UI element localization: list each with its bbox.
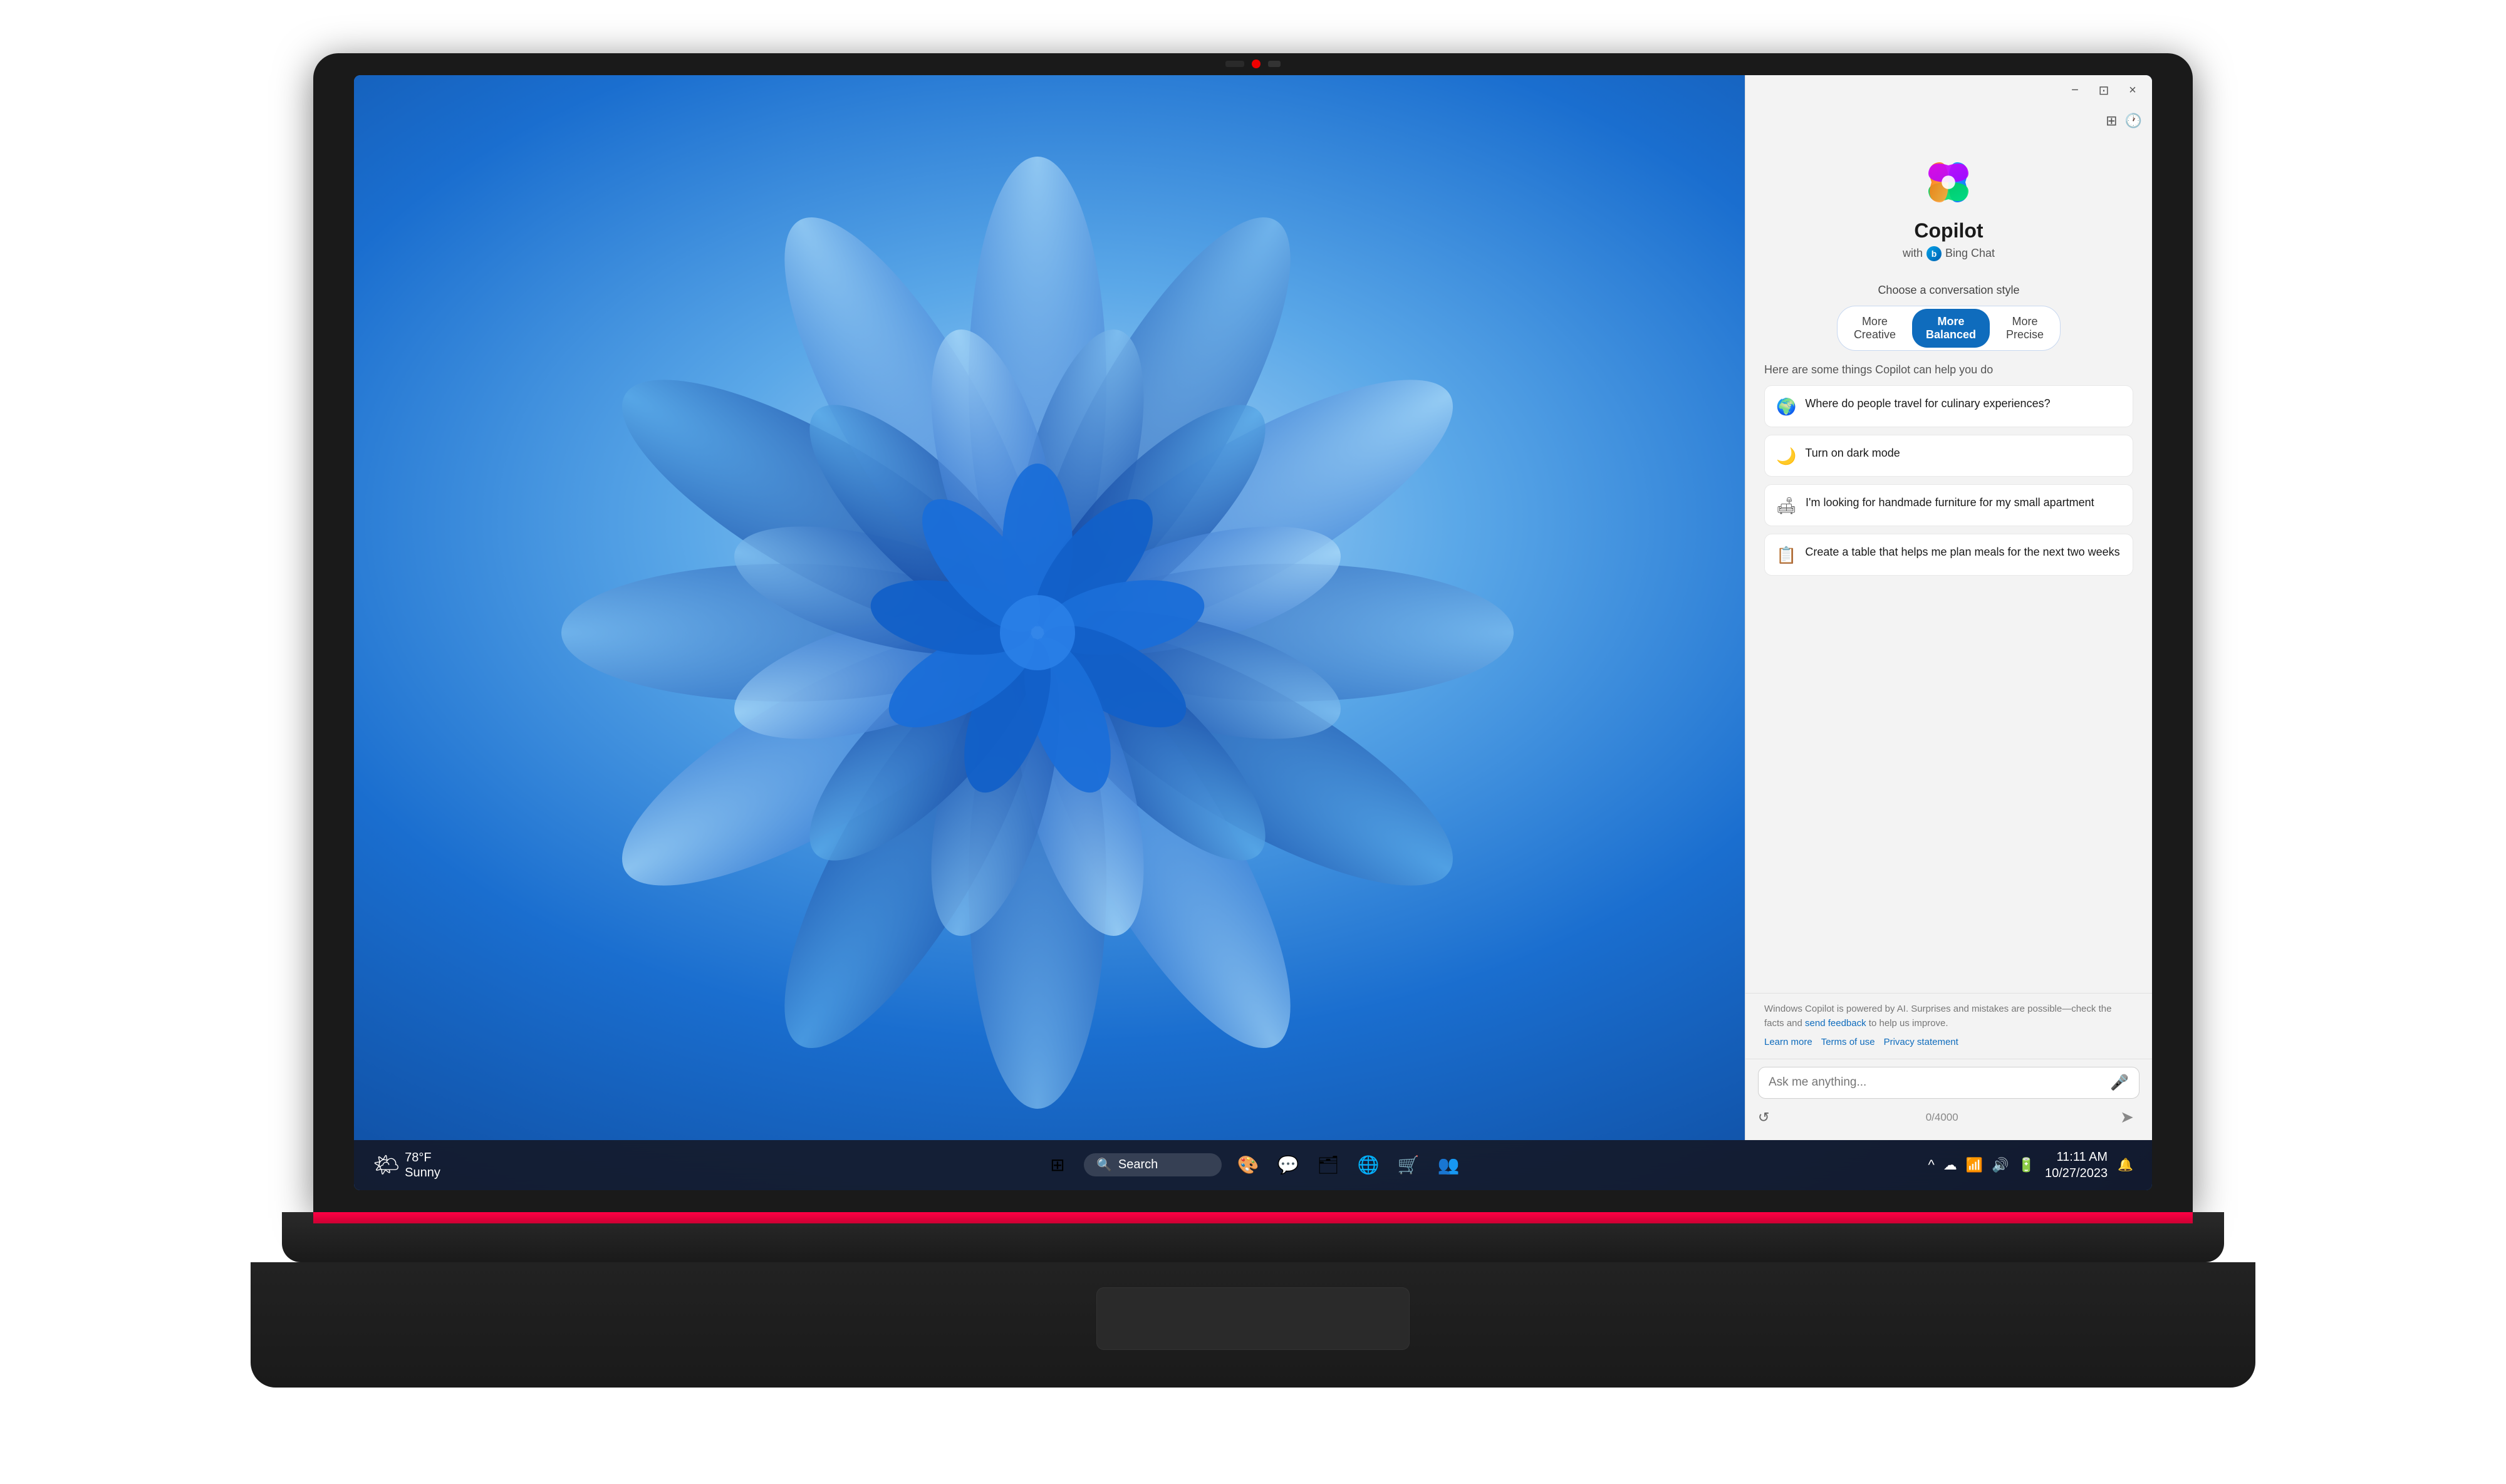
bing-chat-label: Bing Chat (1945, 247, 1995, 260)
disclaimer-links: Learn more Terms of use Privacy statemen… (1764, 1035, 2133, 1050)
date-text: 10/27/2023 (2045, 1165, 2108, 1181)
input-bottom-bar: ↺ 0/4000 ➤ (1758, 1105, 2139, 1130)
disclaimer-text2: to help us improve. (1869, 1018, 1948, 1029)
suggestion-item-culinary[interactable]: 🌍 Where do people travel for culinary ex… (1764, 385, 2133, 427)
suggestion-text-darkmode: Turn on dark mode (1805, 445, 1900, 461)
suggestion-item-darkmode[interactable]: 🌙 Turn on dark mode (1764, 435, 2133, 477)
weather-condition-display: Sunny (405, 1165, 440, 1180)
conv-style-label: Choose a conversation style (1878, 284, 2019, 297)
webcam-sensor-left (1225, 61, 1244, 67)
tray-chevron[interactable]: ^ (1928, 1157, 1934, 1173)
temperature-display: 78°F (405, 1150, 440, 1165)
clock-display[interactable]: 11:11 AM 10/27/2023 (2045, 1149, 2108, 1181)
bloom-flower (536, 132, 1539, 1134)
copilot-logo-image (1920, 154, 1977, 210)
microphone-icon[interactable]: 🎤 (2110, 1074, 2129, 1092)
refresh-icon[interactable]: ↺ (1758, 1109, 1769, 1126)
system-tray: ^ ☁ 📶 🔊 🔋 (1928, 1157, 2035, 1173)
suggestion-text-furniture: I'm looking for handmade furniture for m… (1806, 495, 2094, 511)
globe-icon: 🌍 (1776, 397, 1796, 417)
taskbar-right: ^ ☁ 📶 🔊 🔋 11:11 AM 10/27/2023 🔔 (1928, 1149, 2133, 1181)
copilot-toolbar: ⊞ 🕐 (1745, 106, 2152, 135)
widgets-button[interactable]: 🎨 (1234, 1151, 1262, 1179)
minimize-button[interactable]: − (2066, 81, 2084, 100)
cloud-icon: ☁ (1943, 1157, 1957, 1173)
taskbar: 🌤 78°F Sunny ⊞ 🔍 Search 🎨 💬 🗂 🌐 (354, 1140, 2152, 1190)
conv-style-buttons: MoreCreative MoreBalanced MorePrecise (1837, 306, 2061, 351)
time-text: 11:11 AM (2045, 1149, 2108, 1165)
bing-chat-line: with b Bing Chat (1903, 246, 1995, 261)
windows-start-button[interactable]: ⊞ (1044, 1151, 1071, 1179)
copilot-title: Copilot (1914, 219, 1983, 242)
weather-icon: 🌤 (373, 1153, 400, 1178)
privacy-statement-link[interactable]: Privacy statement (1884, 1035, 1958, 1050)
laptop-palm-rest (251, 1262, 2255, 1388)
webcam-camera (1252, 60, 1261, 68)
send-button[interactable]: ➤ (2114, 1105, 2139, 1130)
bing-logo-small: b (1926, 246, 1942, 261)
history-icon[interactable]: 🕐 (2125, 113, 2142, 129)
laptop-screen: − ⊡ × ⊞ 🕐 (354, 75, 2152, 1190)
network-icon[interactable]: 📶 (1966, 1157, 1983, 1173)
creative-button[interactable]: MoreCreative (1840, 309, 1910, 348)
copilot-disclaimer: Windows Copilot is powered by AI. Surpri… (1745, 993, 2152, 1059)
taskbar-search[interactable]: 🔍 Search (1084, 1153, 1222, 1176)
chat-input-field[interactable] (1769, 1076, 2110, 1089)
close-button[interactable]: × (2123, 81, 2142, 100)
send-feedback-link[interactable]: send feedback (1805, 1018, 1866, 1029)
webcam-sensor-right (1268, 61, 1281, 67)
taskbar-left: 🌤 78°F Sunny (373, 1150, 440, 1180)
volume-icon[interactable]: 🔊 (1992, 1157, 2009, 1173)
copilot-content: Copilot with b Bing Chat Choose a conver… (1745, 135, 2152, 994)
notification-icon[interactable]: 🔔 (2118, 1157, 2133, 1173)
copilot-input-area: 🎤 ↺ 0/4000 ➤ (1745, 1059, 2152, 1140)
weather-info[interactable]: 78°F Sunny (405, 1150, 440, 1180)
edge-button[interactable]: 🌐 (1354, 1151, 1382, 1179)
battery-icon: 🔋 (2018, 1157, 2035, 1173)
balanced-button[interactable]: MoreBalanced (1912, 309, 1990, 348)
laptop-computer: − ⊡ × ⊞ 🕐 (251, 53, 2255, 1431)
precise-button[interactable]: MorePrecise (1992, 309, 2057, 348)
taskbar-center: ⊞ 🔍 Search 🎨 💬 🗂 🌐 🛒 👥 (1044, 1151, 1462, 1179)
suggestion-item-meals[interactable]: 📋 Create a table that helps me plan meal… (1764, 534, 2133, 576)
search-label: Search (1118, 1158, 1158, 1172)
couch-icon: 🛋 (1776, 496, 1797, 516)
laptop-base (282, 1212, 2224, 1262)
trackpad[interactable] (1096, 1287, 1410, 1350)
learn-more-link[interactable]: Learn more (1764, 1035, 1812, 1050)
restore-button[interactable]: ⊡ (2094, 81, 2113, 100)
suggestion-text-culinary: Where do people travel for culinary expe… (1805, 396, 2050, 412)
suggestion-item-furniture[interactable]: 🛋 I'm looking for handmade furniture for… (1764, 484, 2133, 526)
copilot-logo-area: Copilot with b Bing Chat (1903, 135, 1995, 274)
help-label: Here are some things Copilot can help yo… (1764, 363, 2133, 376)
table-icon: 📋 (1776, 546, 1796, 565)
chat-input-box: 🎤 (1758, 1067, 2139, 1099)
copilot-titlebar: − ⊡ × (1745, 75, 2152, 106)
moon-icon: 🌙 (1776, 447, 1796, 466)
char-count-display: 0/4000 (1926, 1111, 1958, 1124)
suggestion-text-meals: Create a table that helps me plan meals … (1805, 544, 2119, 560)
grid-icon[interactable]: ⊞ (2106, 113, 2117, 129)
webcam-area (1225, 60, 1281, 68)
files-button[interactable]: 🗂 (1314, 1151, 1342, 1179)
chat-button[interactable]: 💬 (1274, 1151, 1302, 1179)
search-icon: 🔍 (1096, 1157, 1112, 1173)
laptop-hinge (313, 1212, 2193, 1223)
laptop-lid: − ⊡ × ⊞ 🕐 (313, 53, 2193, 1212)
copilot-panel: − ⊡ × ⊞ 🕐 (1745, 75, 2152, 1140)
store-button[interactable]: 🛒 (1395, 1151, 1422, 1179)
with-label: with (1903, 247, 1923, 260)
terms-of-use-link[interactable]: Terms of use (1821, 1035, 1875, 1050)
teams-button[interactable]: 👥 (1435, 1151, 1462, 1179)
